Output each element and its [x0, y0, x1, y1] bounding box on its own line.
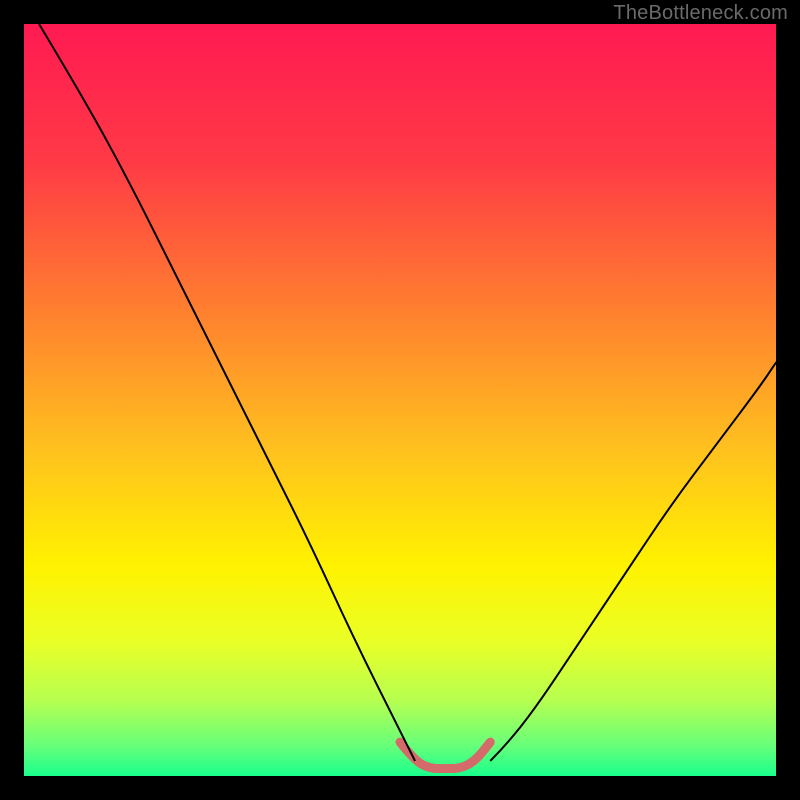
chart-svg — [24, 24, 776, 776]
plot-area — [24, 24, 776, 776]
watermark-text: TheBottleneck.com — [613, 2, 788, 25]
bottleneck-chart-frame: TheBottleneck.com — [0, 0, 800, 800]
gradient-background — [24, 24, 776, 776]
